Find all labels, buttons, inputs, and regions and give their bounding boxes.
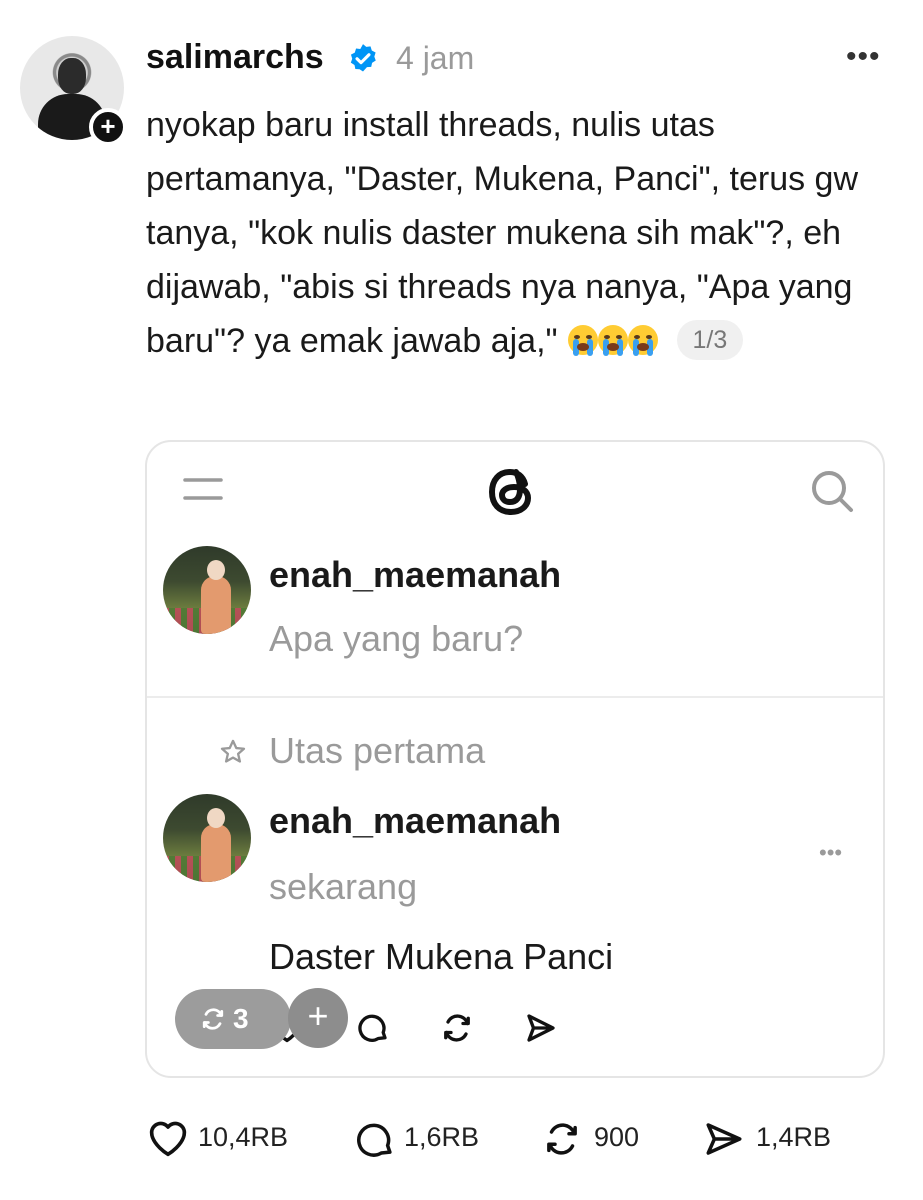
repost-stat-icon[interactable] <box>540 1118 584 1160</box>
author-username[interactable]: salimarchs <box>146 38 324 77</box>
attached-image[interactable]: enah_maemanah Apa yang baru? Utas pertam… <box>145 440 885 1078</box>
thread-time: sekarang <box>269 866 418 907</box>
thread-more-icon: ••• <box>819 840 843 865</box>
threads-logo-icon <box>488 468 532 516</box>
first-thread-label: Utas pertama <box>269 730 486 771</box>
follow-button[interactable]: + <box>89 108 127 146</box>
loudly-crying-face-icon <box>597 320 629 374</box>
like-count: 10,4RB <box>198 1122 289 1152</box>
composer-avatar <box>163 546 251 634</box>
menu-icon <box>183 478 223 500</box>
thread-author-username: enah_maemanah <box>269 800 562 841</box>
carousel-page-indicator: 1/3 <box>676 320 744 360</box>
thread-text: Daster Mukena Panci <box>269 936 614 977</box>
repost-count-pill: 3 <box>175 989 291 1049</box>
reply-icon[interactable] <box>354 1118 396 1160</box>
embedded-share-icon <box>527 1014 555 1042</box>
like-icon[interactable] <box>146 1118 190 1158</box>
share-icon[interactable] <box>702 1118 746 1160</box>
more-options-icon[interactable]: ••• <box>846 40 881 74</box>
thread-author-avatar <box>163 794 251 882</box>
divider <box>147 696 883 698</box>
post-time: 4 jam <box>396 40 475 76</box>
repost-stat-count: 900 <box>594 1122 640 1152</box>
repost-count: 3 <box>233 1003 249 1034</box>
post-text: nyokap baru install threads, nulis utas … <box>146 106 859 360</box>
repost-icon <box>202 1008 224 1030</box>
post-body: nyokap baru install threads, nulis utas … <box>146 98 906 374</box>
loudly-crying-face-icon <box>567 320 599 374</box>
composer-username: enah_maemanah <box>269 554 562 595</box>
star-icon <box>220 739 246 763</box>
loudly-crying-face-icon <box>627 320 659 374</box>
share-count: 1,4RB <box>756 1122 832 1152</box>
reply-count: 1,6RB <box>404 1122 480 1152</box>
add-button[interactable]: + <box>288 988 348 1048</box>
composer-placeholder: Apa yang baru? <box>269 618 524 659</box>
search-icon <box>812 471 853 512</box>
embedded-comment-icon <box>358 1014 387 1042</box>
verified-badge-icon <box>350 44 376 72</box>
embedded-repost-icon <box>444 1014 470 1042</box>
